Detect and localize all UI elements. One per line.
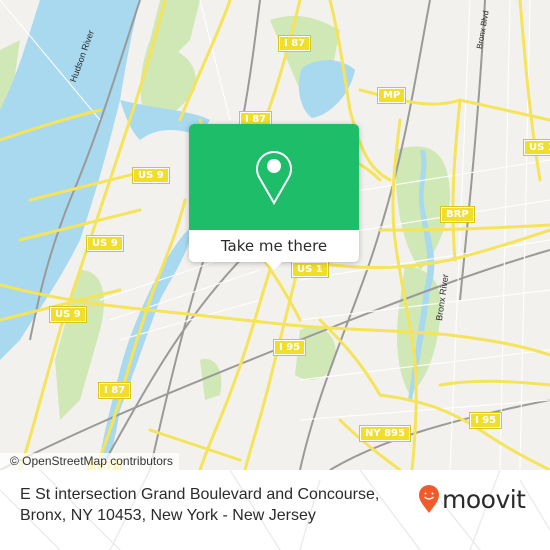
route-shield: US 9	[50, 307, 86, 322]
route-shield: US 9	[87, 236, 123, 251]
route-shield: US 9	[133, 168, 169, 183]
footer: E St intersection Grand Boulevard and Co…	[0, 470, 550, 550]
route-shield: I 87	[279, 36, 311, 51]
osm-attribution[interactable]: © OpenStreetMap contributors	[0, 453, 179, 470]
route-shield: US 1	[292, 262, 328, 277]
route-shield: US 1	[524, 140, 550, 155]
address-line-2: Bronx, NY 10453, New York - New Jersey	[20, 507, 316, 524]
location-popup: Take me there	[189, 124, 359, 270]
popup-pointer	[266, 262, 282, 270]
address-line-1: E St intersection Grand Boulevard and Co…	[20, 486, 380, 503]
route-shield: NY 895	[360, 426, 410, 441]
address-text: E St intersection Grand Boulevard and Co…	[20, 484, 380, 526]
popup-header	[189, 124, 359, 230]
route-shield: I 95	[470, 413, 502, 428]
route-shield: BRP	[441, 207, 474, 222]
moovit-logo[interactable]: moovit	[418, 484, 526, 514]
moovit-pin-icon	[419, 485, 439, 513]
route-shield: MP	[378, 88, 406, 103]
map-pin-icon	[256, 151, 292, 205]
take-me-there-button[interactable]: Take me there	[189, 230, 359, 262]
brand-wordmark: moovit	[442, 484, 526, 514]
route-shield: I 87	[99, 383, 131, 398]
map[interactable]: Hudson River Bronx River Bronx Blvd I 87…	[0, 0, 550, 470]
route-shield: I 95	[274, 340, 306, 355]
